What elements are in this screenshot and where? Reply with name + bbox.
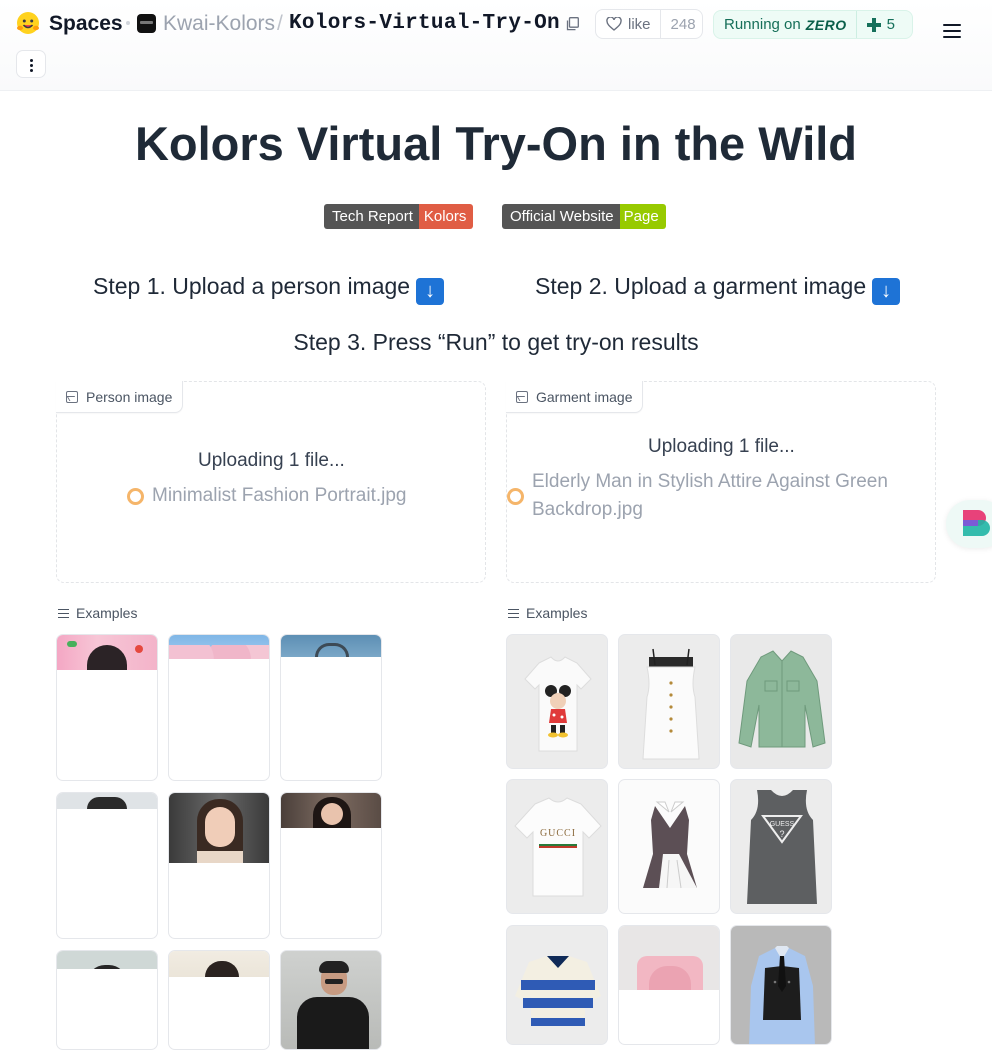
menu-icon[interactable] (943, 24, 961, 38)
clover-icon (866, 17, 881, 32)
green-denim-jacket-image (738, 650, 826, 748)
org-link[interactable]: Kwai-Kolors (163, 12, 275, 36)
upload-status: Uploading 1 file... (198, 450, 345, 471)
garment-example-5[interactable] (618, 779, 720, 914)
badge-label: Official Website (502, 204, 620, 229)
down-arrow-icon: ↓ (872, 278, 901, 305)
svg-text:?: ? (779, 829, 784, 839)
like-button-group: like 248 (595, 9, 703, 39)
like-count[interactable]: 248 (661, 10, 706, 38)
badge-value: Kolors (418, 204, 474, 229)
person-example-5[interactable] (168, 792, 270, 939)
example-image (169, 635, 269, 659)
garment-example-9[interactable] (730, 925, 832, 1045)
tech-report-badge[interactable]: Tech Report Kolors (324, 204, 474, 229)
examples-label-text: Examples (526, 605, 588, 621)
like-label: like (628, 15, 651, 33)
garment-image-label: Garment image (506, 381, 644, 413)
blue-shirt-vest-image (749, 946, 815, 1044)
image-icon (66, 390, 78, 403)
upload-filename: Minimalist Fashion Portrait.jpg (152, 485, 407, 506)
person-example-6[interactable] (280, 792, 382, 939)
upload-filename-line-1: Elderly Man in Stylish Attire Against Gr… (532, 471, 888, 492)
down-arrow-icon: ↓ (416, 278, 445, 305)
org-avatar[interactable] (137, 14, 156, 33)
garment-example-2[interactable] (618, 634, 720, 769)
list-icon (58, 608, 69, 618)
spaces-link[interactable]: Spaces (49, 12, 123, 36)
example-image (281, 793, 381, 828)
more-options-icon[interactable] (16, 50, 46, 78)
examples-label-text: Examples (76, 605, 138, 621)
garment-examples-label: Examples (508, 605, 587, 621)
person-example-4[interactable] (56, 792, 158, 939)
gucci-tshirt-image: GUCCI (514, 797, 602, 897)
garment-example-8[interactable] (618, 925, 720, 1045)
person-image-label: Person image (56, 381, 184, 413)
example-image (619, 926, 719, 990)
example-image (57, 793, 157, 809)
svg-text:GUESS: GUESS (770, 821, 795, 828)
person-example-3[interactable] (280, 634, 382, 781)
hugging-face-logo-icon[interactable] (16, 11, 40, 35)
badge-value: Page (619, 204, 666, 229)
copy-icon[interactable] (566, 17, 579, 31)
person-example-7[interactable] (56, 950, 158, 1050)
person-image-upload[interactable]: Person image Uploading 1 file... Minimal… (56, 381, 486, 583)
hf-header: Spaces Kwai-Kolors / Kolors-Virtual-Try-… (0, 0, 992, 91)
heart-icon (606, 17, 622, 31)
person-examples-label: Examples (58, 605, 137, 621)
garment-example-4[interactable]: GUCCI (506, 779, 608, 914)
step-2-heading: Step 2. Upload a garment image ↓ (535, 273, 901, 305)
replicas-count[interactable]: 5 (857, 16, 907, 33)
garment-image-upload[interactable]: Garment image Uploading 1 file... Elderl… (506, 381, 936, 583)
step-1-heading: Step 1. Upload a person image ↓ (93, 273, 445, 305)
tshirt-minnie-image (524, 656, 592, 752)
garment-example-7[interactable] (506, 925, 608, 1045)
striped-polo-image (515, 956, 601, 1026)
repo-name-link[interactable]: Kolors-Virtual-Try-On (289, 12, 560, 35)
white-tank-top-image (642, 648, 700, 760)
upload-status: Uploading 1 file... (648, 436, 795, 457)
guess-tank-top-image: GUESS ? (747, 790, 817, 904)
example-image (57, 951, 157, 983)
vest-dress-image (643, 801, 697, 889)
floating-app-logo-icon[interactable] (946, 500, 992, 548)
garment-example-3[interactable] (730, 634, 832, 769)
path-separator: / (277, 12, 283, 35)
step-3-heading: Step 3. Press “Run” to get try-on result… (293, 329, 699, 355)
example-image (281, 635, 381, 657)
person-example-2[interactable] (168, 634, 270, 781)
loading-spinner-icon (127, 488, 144, 505)
example-image (169, 793, 269, 863)
replicas-count-value: 5 (886, 16, 895, 33)
person-example-9[interactable] (280, 950, 382, 1050)
svg-text:GUCCI: GUCCI (540, 828, 576, 839)
official-website-badge[interactable]: Official Website Page (502, 204, 666, 229)
loading-spinner-icon (507, 488, 524, 505)
person-example-8[interactable] (168, 950, 270, 1050)
garment-example-1[interactable] (506, 634, 608, 769)
person-example-1[interactable] (56, 634, 158, 781)
list-icon (508, 608, 519, 618)
hardware-label: ZERO (805, 16, 847, 33)
example-image (57, 635, 157, 670)
badge-label: Tech Report (324, 204, 419, 229)
example-image (169, 951, 269, 995)
like-button[interactable]: like (596, 10, 661, 38)
separator-dot (126, 21, 130, 25)
step-1-text: Step 1. Upload a person image (93, 273, 411, 299)
running-badge[interactable]: Running on ZERO (714, 11, 857, 38)
example-image (281, 951, 381, 1049)
panel-label-text: Garment image (536, 388, 633, 405)
image-icon (516, 390, 528, 403)
running-label: Running on (724, 16, 801, 33)
page-title: Kolors Virtual Try-On in the Wild (134, 117, 858, 170)
garment-example-6[interactable]: GUESS ? (730, 779, 832, 914)
panel-label-text: Person image (86, 388, 173, 405)
running-status: Running on ZERO 5 (713, 10, 913, 39)
step-2-text: Step 2. Upload a garment image (535, 273, 867, 299)
upload-filename-line-2: Backdrop.jpg (532, 499, 643, 520)
